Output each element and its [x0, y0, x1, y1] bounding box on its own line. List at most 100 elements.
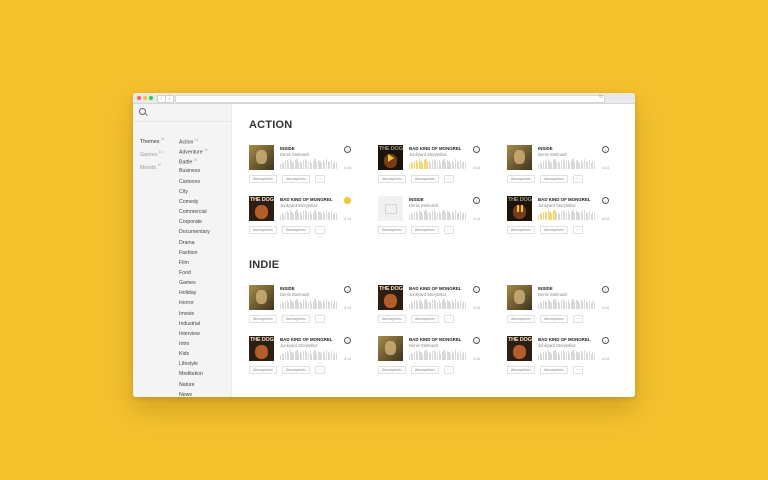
waveform[interactable]: [409, 299, 466, 309]
search-icon[interactable]: [139, 108, 146, 115]
download-icon[interactable]: ↓: [473, 337, 480, 344]
tag[interactable]: Atmospheric: [282, 226, 310, 234]
track-title[interactable]: BAD KIND OF MONGREL: [538, 197, 590, 202]
download-icon[interactable]: ↓: [344, 337, 351, 344]
sidebar-item-nature[interactable]: Nature: [179, 382, 195, 388]
album-cover[interactable]: THE DOG: [507, 336, 532, 361]
sidebar-item-intro[interactable]: Intro: [179, 341, 189, 347]
close-window-button[interactable]: [137, 96, 141, 100]
tag[interactable]: Atmospheric: [249, 315, 277, 323]
tag[interactable]: Atmospheric: [540, 315, 568, 323]
waveform[interactable]: [280, 159, 337, 169]
download-icon[interactable]: ↓: [602, 197, 609, 204]
sidebar-item-meditation[interactable]: Meditation: [179, 371, 203, 377]
more-icon[interactable]: ···: [444, 226, 454, 234]
more-icon[interactable]: ···: [444, 366, 454, 374]
track-artist[interactable]: Denis Stelmach: [280, 292, 309, 297]
sidebar-item-film[interactable]: Film: [179, 260, 189, 266]
more-icon[interactable]: ···: [315, 315, 325, 323]
maximize-window-button[interactable]: [149, 96, 153, 100]
waveform[interactable]: [409, 350, 466, 360]
sidebar-item-games[interactable]: Games: [179, 280, 196, 286]
sidebar-item-horror[interactable]: Horror: [179, 300, 194, 306]
album-cover[interactable]: [249, 285, 274, 310]
tag[interactable]: Atmospheric: [540, 226, 568, 234]
sidebar-item-action[interactable]: Action24: [179, 138, 198, 146]
sidebar-item-cartoons[interactable]: Cartoons: [179, 179, 200, 185]
track-artist[interactable]: Junkyard Storytellaz: [538, 343, 576, 348]
sidebar-item-drama[interactable]: Drama: [179, 240, 195, 246]
sidebar-item-interview[interactable]: Interview: [179, 331, 200, 337]
track-artist[interactable]: Junkyard Storytellaz: [409, 152, 447, 157]
tag[interactable]: Atmospheric: [378, 315, 406, 323]
more-icon[interactable]: ···: [573, 175, 583, 183]
sidebar-item-business[interactable]: Business: [179, 168, 200, 174]
download-icon[interactable]: ↓: [602, 286, 609, 293]
sidebar-item-news[interactable]: News: [179, 392, 192, 397]
tag[interactable]: Atmospheric: [378, 226, 406, 234]
download-icon[interactable]: ↓: [602, 146, 609, 153]
minimize-window-button[interactable]: [143, 96, 147, 100]
sidebar-item-adventure[interactable]: Adventure36: [179, 148, 208, 156]
tag[interactable]: Atmospheric: [249, 366, 277, 374]
download-icon[interactable]: ↓: [602, 337, 609, 344]
pause-icon[interactable]: [516, 205, 523, 212]
tag[interactable]: Atmospheric: [411, 226, 439, 234]
sidebar-item-kids[interactable]: Kids: [179, 351, 189, 357]
sidebar-item-documentary[interactable]: Documentary: [179, 229, 210, 235]
more-icon[interactable]: ···: [315, 226, 325, 234]
track-artist[interactable]: Junkyard Storytellaz: [538, 203, 576, 208]
category-moods[interactable]: Moods10: [140, 163, 161, 171]
more-icon[interactable]: ···: [315, 366, 325, 374]
forward-button[interactable]: ›: [165, 95, 174, 103]
more-icon[interactable]: ···: [315, 175, 325, 183]
sidebar-item-comedy[interactable]: Comedy: [179, 199, 198, 205]
download-icon[interactable]: ↓: [344, 286, 351, 293]
sidebar-item-lifestyle[interactable]: Lifestyle: [179, 361, 198, 367]
track-title[interactable]: INSIDE: [538, 286, 553, 291]
album-cover[interactable]: THE DOG: [249, 336, 274, 361]
tag[interactable]: Atmospheric: [507, 315, 535, 323]
track-title[interactable]: INSIDE: [280, 146, 295, 151]
waveform[interactable]: [280, 299, 337, 309]
more-icon[interactable]: ···: [573, 226, 583, 234]
download-icon[interactable]: ↓: [473, 286, 480, 293]
album-cover[interactable]: THE DOG: [378, 145, 403, 170]
album-cover[interactable]: THE DOG: [507, 196, 532, 221]
tag[interactable]: Atmospheric: [249, 226, 277, 234]
album-cover[interactable]: [507, 285, 532, 310]
tag[interactable]: Atmospheric: [282, 315, 310, 323]
album-cover[interactable]: [378, 336, 403, 361]
waveform[interactable]: [538, 210, 595, 220]
waveform[interactable]: [538, 299, 595, 309]
category-genres[interactable]: Genres15: [140, 150, 163, 158]
tag[interactable]: Atmospheric: [411, 366, 439, 374]
download-icon[interactable]: ↓: [344, 146, 351, 153]
tag[interactable]: Atmospheric: [411, 315, 439, 323]
track-artist[interactable]: Denis Stelmach: [409, 343, 438, 348]
track-title[interactable]: INSIDE: [538, 146, 553, 151]
tag[interactable]: Atmospheric: [378, 366, 406, 374]
sidebar-item-corporate[interactable]: Corporate: [179, 219, 202, 225]
sidebar-item-commercial[interactable]: Commercial: [179, 209, 207, 215]
tag[interactable]: Atmospheric: [378, 175, 406, 183]
waveform[interactable]: [280, 210, 337, 220]
tag[interactable]: Atmospheric: [282, 175, 310, 183]
waveform[interactable]: [280, 350, 337, 360]
track-artist[interactable]: Junkyard Storytellaz: [280, 203, 318, 208]
download-icon[interactable]: ↓: [344, 197, 351, 204]
album-cover[interactable]: [249, 145, 274, 170]
more-icon[interactable]: ···: [444, 315, 454, 323]
waveform[interactable]: [409, 159, 466, 169]
sidebar-item-industrial[interactable]: Industrial: [179, 321, 200, 327]
album-cover[interactable]: THE DOG: [249, 196, 274, 221]
tag[interactable]: Atmospheric: [507, 175, 535, 183]
track-artist[interactable]: Denis Stelmach: [280, 152, 309, 157]
album-cover[interactable]: [378, 196, 403, 221]
track-artist[interactable]: Junkyard Storytellaz: [409, 292, 447, 297]
download-icon[interactable]: ↓: [473, 146, 480, 153]
category-themes[interactable]: Themes18: [140, 137, 164, 145]
track-title[interactable]: BAD KIND OF MONGREL: [280, 197, 332, 202]
track-artist[interactable]: Denis Stelmach: [409, 203, 438, 208]
album-cover[interactable]: THE DOG: [378, 285, 403, 310]
